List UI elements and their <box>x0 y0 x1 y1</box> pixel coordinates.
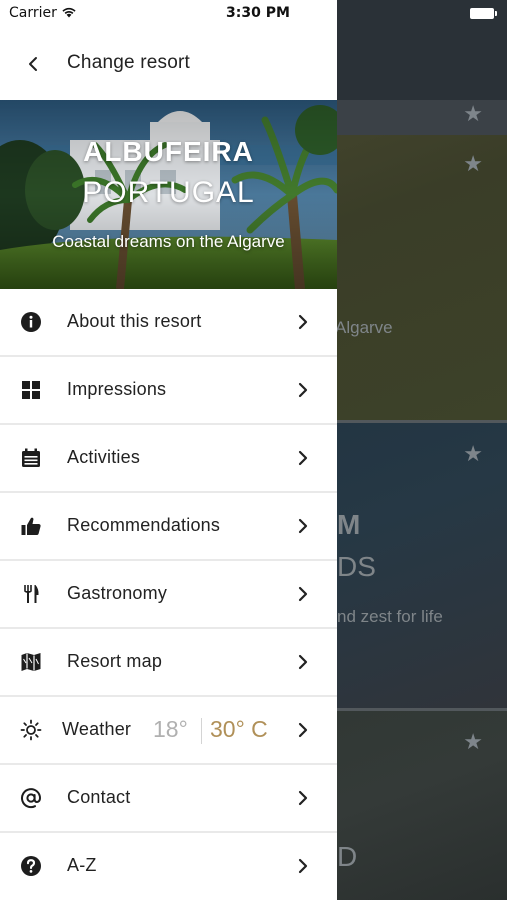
resort-country: PORTUGAL <box>82 176 255 209</box>
grid-icon <box>22 381 40 399</box>
chevron-right-icon <box>298 790 308 806</box>
chevron-right-icon <box>298 518 308 534</box>
star-icon: ★ <box>463 729 483 754</box>
chevron-right-icon <box>298 382 308 398</box>
nav-bar: Change resort <box>0 28 337 100</box>
weather-divider <box>201 718 202 744</box>
thumbs-up-icon <box>21 517 41 535</box>
status-bar: Carrier 3:30 PM <box>0 0 507 28</box>
menu-item-activities[interactable]: Activities <box>0 425 337 493</box>
menu-item-contact[interactable]: Contact <box>0 765 337 833</box>
resort-hero[interactable]: ALBUFEIRA PORTUGAL Coastal dreams on the… <box>0 100 337 289</box>
menu-item-label: Contact <box>67 787 131 807</box>
wifi-icon <box>62 7 76 18</box>
battery-icon <box>470 8 497 19</box>
back-chevron-icon[interactable] <box>22 52 46 76</box>
fork-knife-icon <box>24 585 39 603</box>
star-icon: ★ <box>463 441 483 466</box>
background-card-tagline: nd zest for life <box>337 607 443 626</box>
background-card-tagline: Algarve <box>335 318 393 337</box>
background-card-title: M <box>337 509 361 540</box>
menu-item-label: A-Z <box>67 855 97 875</box>
menu-item-gastronomy[interactable]: Gastronomy <box>0 561 337 629</box>
menu-item-impressions[interactable]: Impressions <box>0 357 337 425</box>
change-resort-button[interactable]: Change resort <box>67 52 190 74</box>
star-icon: ★ <box>463 101 483 126</box>
calendar-icon <box>22 448 40 467</box>
map-icon <box>21 653 41 671</box>
menu-item-a-z[interactable]: A-Z <box>0 833 337 899</box>
chevron-right-icon <box>298 654 308 670</box>
menu-item-label: Gastronomy <box>67 583 168 603</box>
resort-menu: About this resort Impressions Activities… <box>0 289 337 899</box>
sun-icon <box>20 719 42 741</box>
menu-item-label: Activities <box>67 447 141 467</box>
resort-tagline: Coastal dreams on the Algarve <box>52 232 285 251</box>
chevron-right-icon <box>298 586 308 602</box>
weather-high-temp: 30° C <box>210 716 268 742</box>
chevron-right-icon <box>298 314 308 330</box>
background-card-subtitle: DS <box>337 551 376 582</box>
weather-label: Weather <box>62 719 132 739</box>
resort-name: ALBUFEIRA <box>83 136 254 167</box>
menu-item-about[interactable]: About this resort <box>0 289 337 357</box>
question-icon <box>21 856 41 876</box>
info-icon <box>21 312 41 332</box>
star-icon: ★ <box>463 151 483 176</box>
menu-item-label: Resort map <box>67 651 163 671</box>
menu-item-label: About this resort <box>67 311 202 331</box>
weather-low-temp: 18° <box>153 716 188 742</box>
menu-item-label: Recommendations <box>67 515 221 535</box>
menu-item-weather[interactable]: Weather 18° 30° C <box>0 697 337 765</box>
side-drawer: Change resort ALBUFEIRA PORTUGAL Coastal… <box>0 0 337 900</box>
chevron-right-icon <box>298 722 308 738</box>
chevron-right-icon <box>298 450 308 466</box>
at-icon <box>21 788 42 809</box>
status-time: 3:30 PM <box>226 5 290 21</box>
carrier-label: Carrier <box>9 5 57 21</box>
background-card-subtitle: D <box>337 841 358 872</box>
menu-item-label: Impressions <box>67 379 167 399</box>
menu-item-recommendations[interactable]: Recommendations <box>0 493 337 561</box>
chevron-right-icon <box>298 858 308 874</box>
menu-item-resort-map[interactable]: Resort map <box>0 629 337 697</box>
